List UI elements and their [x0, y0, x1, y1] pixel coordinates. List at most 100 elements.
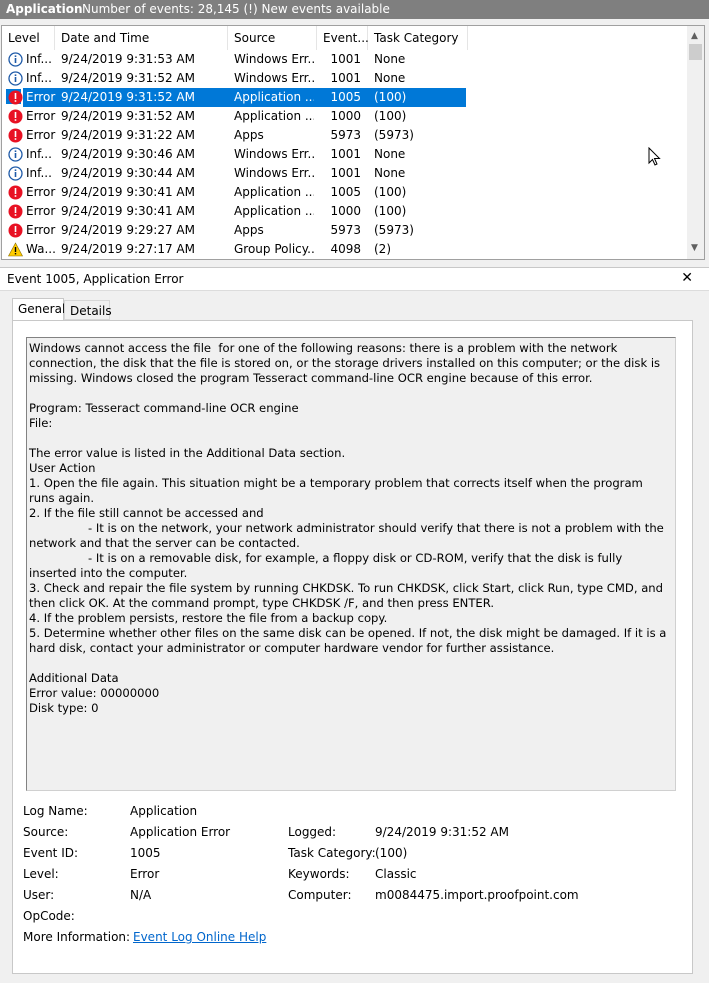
row-level: Error: [26, 128, 56, 142]
table-row[interactable]: Error 9/24/2019 9:31:52 AM Application ...…: [2, 107, 688, 126]
row-source: Application ...: [234, 90, 314, 104]
source-value: Application Error: [130, 825, 231, 839]
opcode-label: OpCode:: [23, 909, 75, 923]
table-row[interactable]: Error 9/24/2019 9:31:52 AM Application ...…: [2, 88, 688, 107]
computer-label: Computer:: [288, 888, 352, 902]
table-row[interactable]: Inf... 9/24/2019 9:30:46 AM Windows Err...…: [2, 145, 688, 164]
table-row[interactable]: Error 9/24/2019 9:31:22 AM Apps 5973 (5973): [2, 126, 688, 145]
event-log-online-help-link[interactable]: Event Log Online Help: [133, 929, 266, 945]
row-task-category: (100): [374, 90, 407, 104]
row-event-id: 1001: [330, 147, 361, 161]
info-icon: [8, 71, 23, 86]
row-task-category: None: [374, 166, 406, 180]
error-icon: [8, 128, 23, 143]
computer-value: m0084475.import.proofpoint.com: [375, 888, 579, 902]
level-label: Level:: [23, 867, 59, 881]
error-icon: [8, 109, 23, 124]
row-source: Application ...: [234, 204, 314, 218]
row-event-id: 1005: [330, 185, 361, 199]
table-row[interactable]: Inf... 9/24/2019 9:30:44 AM Windows Err...…: [2, 164, 688, 183]
more-info-label: More Information:: [23, 930, 131, 944]
row-task-category: (5973): [374, 128, 414, 142]
column-headers: Level Date and Time Source Event... Task…: [2, 26, 688, 50]
row-level: Inf...: [26, 166, 52, 180]
event-description-box[interactable]: Windows cannot access the file for one o…: [26, 337, 676, 791]
error-icon: [8, 90, 23, 105]
task-category-label: Task Category:: [288, 846, 376, 860]
column-header-level[interactable]: Level: [2, 26, 55, 50]
event-detail-header: Event 1005, Application Error ✕: [0, 267, 709, 291]
row-date: 9/24/2019 9:30:41 AM: [61, 185, 195, 199]
scroll-down-icon[interactable]: ▼: [691, 243, 698, 253]
row-task-category: (100): [374, 185, 407, 199]
row-task-category: None: [374, 52, 406, 66]
scroll-thumb[interactable]: [689, 44, 702, 60]
row-source: Windows Err...: [234, 166, 314, 180]
row-level: Inf...: [26, 71, 52, 85]
error-icon: [8, 223, 23, 238]
level-value: Error: [130, 867, 160, 881]
row-task-category: None: [374, 71, 406, 85]
table-row[interactable]: Wa... 9/24/2019 9:27:17 AM Group Policy...…: [2, 240, 688, 259]
row-date: 9/24/2019 9:30:46 AM: [61, 147, 195, 161]
row-date: 9/24/2019 9:31:52 AM: [61, 109, 195, 123]
column-header-date[interactable]: Date and Time: [55, 26, 228, 50]
event-description-text: Windows cannot access the file for one o…: [29, 341, 667, 715]
scroll-up-icon[interactable]: ▲: [691, 31, 698, 41]
tab-details[interactable]: Details: [64, 300, 112, 320]
logged-value: 9/24/2019 9:31:52 AM: [375, 825, 509, 839]
row-date: 9/24/2019 9:31:52 AM: [61, 71, 195, 85]
column-header-task-category[interactable]: Task Category: [368, 26, 468, 50]
row-task-category: (2): [374, 242, 391, 256]
table-row[interactable]: Error 9/24/2019 9:30:41 AM Application ...…: [2, 202, 688, 221]
events-list[interactable]: Level Date and Time Source Event... Task…: [1, 25, 705, 260]
row-task-category: (5973): [374, 223, 414, 237]
log-title: Application: [6, 2, 83, 16]
events-scrollbar[interactable]: ▲ ▼: [687, 26, 704, 259]
row-level: Error: [26, 185, 56, 199]
row-source: Apps: [234, 128, 264, 142]
row-date: 9/24/2019 9:30:44 AM: [61, 166, 195, 180]
table-row[interactable]: Error 9/24/2019 9:30:41 AM Application ...…: [2, 183, 688, 202]
column-header-event-id[interactable]: Event...: [317, 26, 369, 50]
warning-icon: [8, 242, 23, 257]
general-panel: Windows cannot access the file for one o…: [12, 320, 693, 974]
row-date: 9/24/2019 9:29:27 AM: [61, 223, 195, 237]
table-row[interactable]: Error 9/24/2019 9:29:27 AM Apps 5973 (5973): [2, 221, 688, 240]
log-name-label: Log Name:: [23, 804, 88, 818]
row-date: 9/24/2019 9:27:17 AM: [61, 242, 195, 256]
event-count-info: Number of events: 28,145 (!) New events …: [82, 2, 390, 16]
row-level: Error: [26, 223, 56, 237]
column-header-source[interactable]: Source: [228, 26, 317, 50]
row-event-id: 1001: [330, 166, 361, 180]
row-date: 9/24/2019 9:30:41 AM: [61, 204, 195, 218]
keywords-value: Classic: [375, 867, 417, 881]
table-row[interactable]: Inf... 9/24/2019 9:31:53 AM Windows Err...…: [2, 50, 688, 69]
error-icon: [8, 204, 23, 219]
event-id-label: Event ID:: [23, 846, 79, 860]
row-source: Apps: [234, 223, 264, 237]
close-icon[interactable]: ✕: [681, 270, 693, 286]
row-event-id: 1001: [330, 52, 361, 66]
row-date: 9/24/2019 9:31:52 AM: [61, 90, 195, 104]
row-event-id: 5973: [330, 128, 361, 142]
row-level: Inf...: [26, 147, 52, 161]
tab-general[interactable]: General: [12, 298, 65, 322]
row-event-id: 1001: [330, 71, 361, 85]
task-category-value: (100): [375, 846, 408, 860]
user-label: User:: [23, 888, 55, 902]
row-source: Windows Err...: [234, 147, 314, 161]
row-source: Application ...: [234, 109, 314, 123]
info-icon: [8, 147, 23, 162]
row-level: Error: [26, 109, 56, 123]
row-event-id: 5973: [330, 223, 361, 237]
log-name-value: Application: [130, 804, 198, 818]
row-source: Application ...: [234, 185, 314, 199]
row-task-category: None: [374, 147, 406, 161]
table-row[interactable]: Inf... 9/24/2019 9:31:52 AM Windows Err...…: [2, 69, 688, 88]
info-icon: [8, 52, 23, 67]
row-date: 9/24/2019 9:31:22 AM: [61, 128, 195, 142]
row-date: 9/24/2019 9:31:53 AM: [61, 52, 195, 66]
row-level: Wa...: [26, 242, 56, 256]
user-value: N/A: [130, 888, 152, 902]
